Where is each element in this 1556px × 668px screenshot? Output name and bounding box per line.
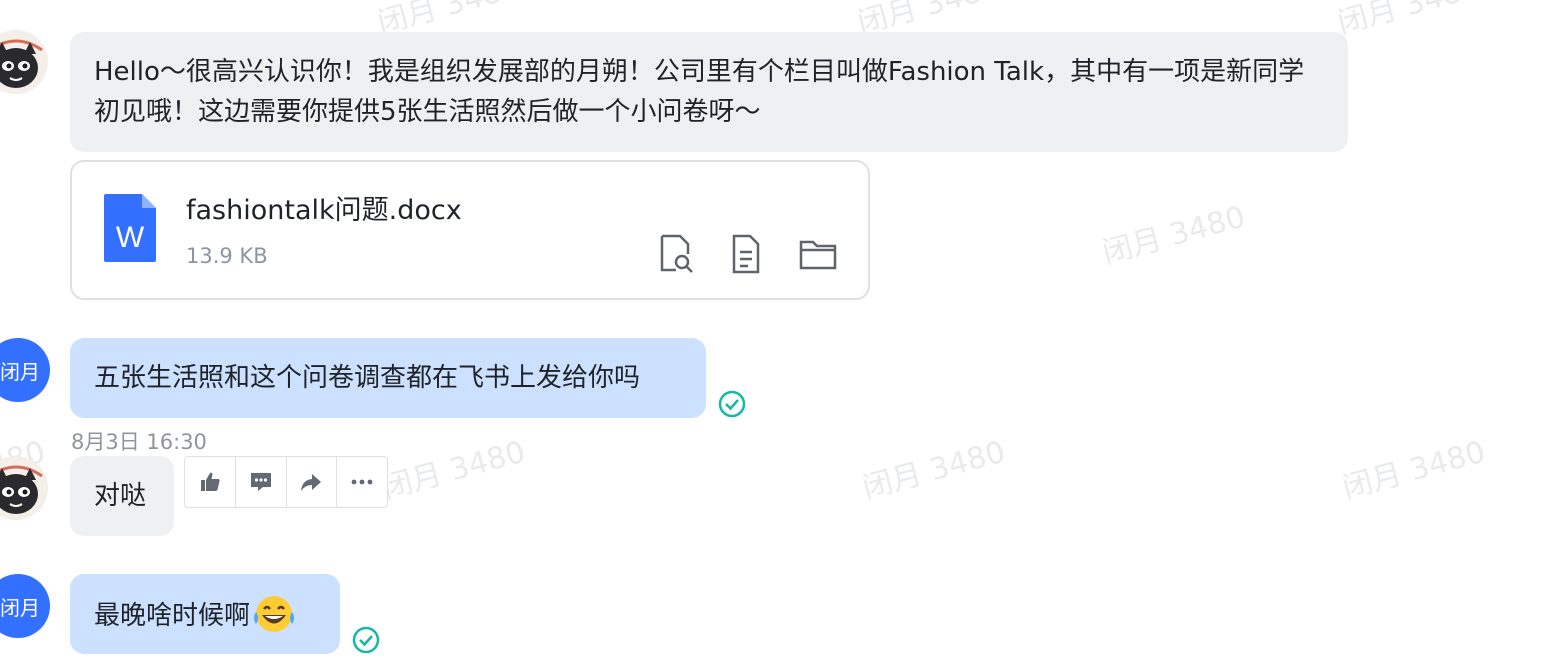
avatar-label: 闭月	[0, 359, 40, 384]
avatar[interactable]: 闭月	[0, 574, 50, 638]
avatar[interactable]	[0, 456, 48, 520]
reply-button[interactable]	[236, 457, 287, 507]
read-check-icon	[718, 390, 746, 418]
message-bubble[interactable]: 五张生活照和这个问卷调查都在飞书上发给你吗	[70, 338, 706, 418]
avatar-label: 闭月	[0, 595, 40, 620]
cat-avatar-icon	[0, 456, 48, 520]
document-icon[interactable]	[726, 234, 766, 274]
file-size: 13.9 KB	[186, 244, 268, 268]
avatar[interactable]: 闭月	[0, 338, 50, 402]
file-attachment-card[interactable]: W fashiontalk问题.docx 13.9 KB	[70, 160, 870, 300]
forward-button[interactable]	[287, 457, 338, 507]
message-bubble[interactable]: 最晚啥时候啊😂	[70, 574, 340, 654]
thumbs-up-icon	[200, 472, 220, 491]
message-text: Hello～很高兴认识你！我是组织发展部的月朔！公司里有个栏目叫做Fashion…	[94, 57, 1305, 127]
avatar[interactable]	[0, 30, 48, 94]
message-action-toolbar	[184, 456, 388, 508]
watermark-text: 闭月 3480	[1098, 199, 1249, 272]
more-icon	[351, 479, 373, 485]
forward-icon	[301, 474, 322, 491]
read-check-icon	[352, 626, 380, 654]
message-text: 对哒	[94, 481, 147, 511]
laughing-crying-emoji-icon	[254, 596, 295, 632]
message-bubble[interactable]: Hello～很高兴认识你！我是组织发展部的月朔！公司里有个栏目叫做Fashion…	[70, 32, 1348, 152]
watermark-text: 闭月 3480	[1333, 0, 1484, 42]
cat-avatar-icon	[0, 30, 48, 94]
file-name[interactable]: fashiontalk问题.docx	[186, 188, 462, 227]
message-bubble[interactable]: 对哒	[70, 456, 174, 536]
folder-icon[interactable]	[798, 234, 838, 274]
word-icon-letter: W	[116, 221, 145, 254]
timestamp: 8月3日 16:30	[71, 430, 207, 454]
watermark-text: 闭月 3480	[378, 434, 529, 507]
preview-icon[interactable]	[656, 234, 696, 274]
word-file-icon: W	[104, 194, 156, 262]
watermark-text: 闭月 3480	[858, 434, 1009, 507]
message-text: 最晚啥时候啊	[94, 601, 251, 631]
watermark-text: 闭月 3480	[1338, 434, 1489, 507]
more-button[interactable]	[337, 457, 387, 507]
like-button[interactable]	[185, 457, 236, 507]
message-text: 五张生活照和这个问卷调查都在飞书上发给你吗	[94, 363, 641, 393]
comment-icon	[250, 473, 271, 491]
